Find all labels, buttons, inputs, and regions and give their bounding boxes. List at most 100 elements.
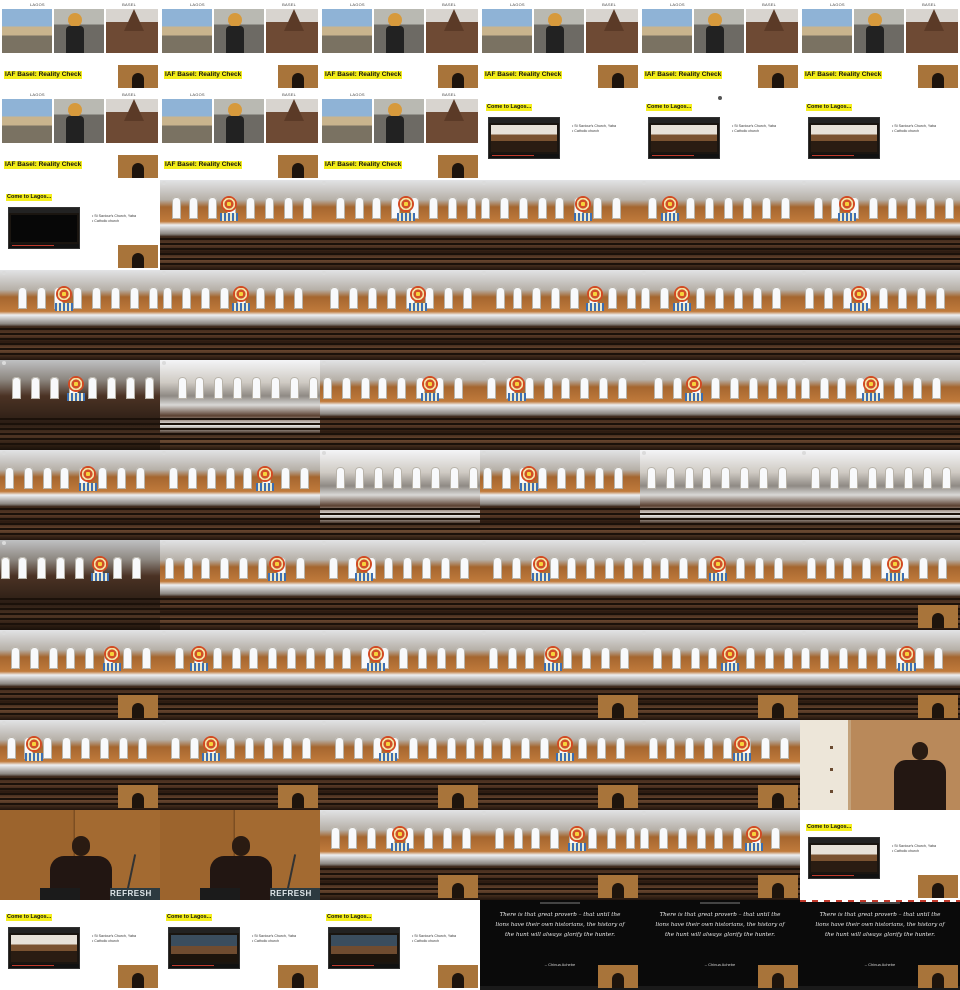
church-window (705, 197, 714, 219)
rose-window (410, 286, 426, 302)
speaker-webcam-thumbnail (598, 695, 638, 718)
church-pew (480, 438, 640, 440)
church-pew (320, 343, 480, 345)
church-window (207, 467, 216, 489)
church-window (336, 197, 345, 219)
church-window (374, 467, 383, 489)
church-window (444, 287, 453, 309)
stained-glass-panel (103, 663, 121, 671)
church-pew (480, 263, 640, 265)
video-progress-bar (649, 154, 719, 158)
church-window (942, 467, 951, 489)
viewer-avatar-icon (802, 271, 806, 275)
rose-window (92, 556, 108, 572)
wall-panel-dot (830, 746, 833, 749)
church-window (736, 557, 745, 579)
speaker-webcam-thumbnail (598, 65, 638, 88)
frame-thumbnail (320, 540, 480, 630)
church-window (626, 827, 635, 849)
church-pew (480, 688, 640, 690)
church-window (746, 647, 755, 669)
church-window (686, 197, 695, 219)
church-window (781, 197, 790, 219)
rose-window (569, 826, 585, 842)
church-window (743, 197, 752, 219)
speaker-webcam-thumbnail (118, 695, 158, 718)
label-lagos: LAGOS (350, 92, 365, 97)
slide-title: Come to Lagos... (646, 104, 693, 111)
church-pew (800, 528, 960, 530)
viewer-avatar-icon (2, 631, 6, 635)
church-pew (800, 513, 960, 515)
church-window (708, 647, 717, 669)
church-window (869, 197, 878, 219)
church-pew (320, 523, 480, 525)
photo-street (162, 9, 212, 53)
slide-title: Come to Lagos... (326, 914, 373, 921)
church-window (309, 377, 318, 399)
rose-window (368, 646, 384, 662)
frame-thumbnail: LAGOS BASEL IAF Basel: Reality Check (0, 0, 160, 90)
church-window (213, 647, 222, 669)
church-window (771, 827, 780, 849)
viewer-avatar-icon (642, 631, 646, 635)
slide-title: IAF Basel: Reality Check (164, 71, 243, 79)
stained-glass-panel (220, 213, 238, 221)
slide-title: IAF Basel: Reality Check (644, 71, 723, 79)
church-window (481, 197, 490, 219)
viewer-avatar-icon (802, 631, 806, 635)
church-window (323, 377, 332, 399)
church-pew (160, 513, 320, 515)
church-window (66, 647, 75, 669)
church-window (113, 557, 122, 579)
church-window (264, 737, 273, 759)
viewer-avatar-icon (482, 361, 486, 365)
viewer-avatar-icon (482, 631, 486, 635)
frame-thumbnail (320, 450, 480, 540)
stained-glass-panel (256, 483, 274, 491)
church-window (934, 647, 943, 669)
church-window (740, 467, 749, 489)
frame-thumbnail (320, 720, 480, 810)
church-pew (480, 343, 640, 345)
church-pew (160, 248, 320, 250)
speaker-webcam-thumbnail (438, 785, 478, 808)
church-pew (320, 328, 480, 330)
church-window (641, 287, 650, 309)
photo-crowd (374, 99, 424, 143)
video-frame (811, 845, 877, 872)
viewer-avatar-icon (482, 451, 486, 455)
church-window (551, 287, 560, 309)
frame-thumbnail: Come to Lagos... St Saviour's Church, Yab… (800, 90, 960, 180)
rose-window (26, 736, 42, 752)
figure-body (386, 116, 404, 143)
church-window (437, 647, 446, 669)
viewer-avatar-icon (2, 451, 6, 455)
church-window (555, 197, 564, 219)
church-pew (480, 618, 640, 620)
church-pew (480, 523, 640, 525)
label-basel: BASEL (282, 92, 296, 97)
viewer-avatar-icon (642, 451, 646, 455)
church-window (246, 197, 255, 219)
church-window (877, 647, 886, 669)
church-pew (640, 613, 800, 615)
church-window (753, 287, 762, 309)
frame-thumbnail: LAGOS BASEL IAF Basel: Reality Check (160, 90, 320, 180)
church-window (172, 197, 181, 219)
church-window (654, 377, 663, 399)
church-window (913, 377, 922, 399)
frame-thumbnail (0, 540, 160, 630)
church-pew (640, 438, 800, 440)
church-pew (160, 708, 320, 710)
church-window (195, 377, 204, 399)
church-window (184, 557, 193, 579)
church-pew (800, 418, 960, 420)
church-window (469, 467, 478, 489)
church-window (885, 467, 894, 489)
video-header (809, 118, 879, 123)
church-window (761, 737, 770, 759)
church-pew (320, 353, 480, 355)
church-pew (640, 263, 800, 265)
church-pew (160, 258, 320, 260)
